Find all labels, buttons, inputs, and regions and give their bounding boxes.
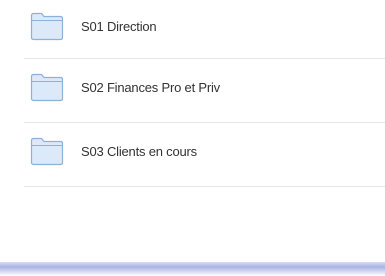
folder-list: S01 Direction S02 Finances Pro et Priv S…: [24, 0, 385, 187]
folder-panel: S01 Direction S02 Finances Pro et Priv S…: [0, 0, 385, 276]
bottom-accent-bar: [0, 262, 385, 276]
folder-label: S02 Finances Pro et Priv: [81, 80, 220, 95]
folder-label: S03 Clients en cours: [81, 144, 197, 159]
folder-icon: [30, 136, 64, 166]
folder-item-s03-clients[interactable]: S03 Clients en cours: [24, 123, 385, 187]
folder-icon: [30, 11, 64, 41]
folder-item-s02-finances[interactable]: S02 Finances Pro et Priv: [24, 59, 385, 123]
folder-item-s01-direction[interactable]: S01 Direction: [24, 0, 385, 59]
folder-label: S01 Direction: [81, 19, 157, 34]
folder-icon: [30, 72, 64, 102]
